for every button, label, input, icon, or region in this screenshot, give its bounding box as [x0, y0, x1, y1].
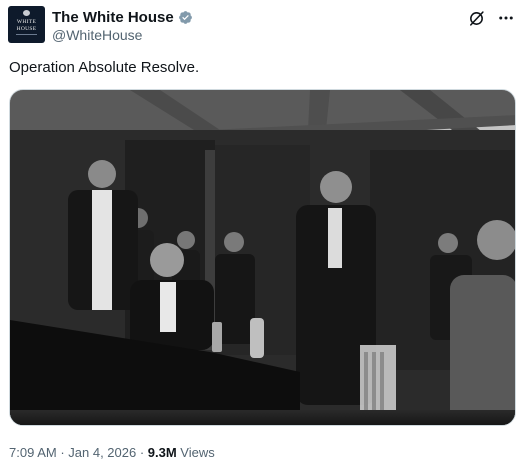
- author-display-name[interactable]: The White House: [52, 9, 174, 26]
- meta-separator: ·: [56, 445, 69, 460]
- post-text: Operation Absolute Resolve.: [9, 59, 200, 76]
- post-time-link[interactable]: 7:09 AM: [9, 445, 57, 460]
- photo-illustration: [10, 90, 515, 425]
- verified-badge-icon[interactable]: [178, 10, 193, 25]
- post-card: WHITE HOUSE The White House @WhiteHouse: [0, 0, 527, 466]
- post-meta: 7:09 AM · Jan 4, 2026 · 9.3M Views: [9, 445, 215, 460]
- avatar-wordmark-line: WHITE: [16, 19, 37, 25]
- views-count: 9.3M: [147, 445, 177, 460]
- grok-icon[interactable]: [467, 9, 485, 27]
- avatar-rule: [16, 34, 37, 35]
- post-date-link[interactable]: Jan 4, 2026: [68, 445, 136, 460]
- avatar[interactable]: WHITE HOUSE: [8, 6, 45, 43]
- author-name-row: The White House: [52, 7, 193, 27]
- seal-icon: [23, 10, 30, 16]
- avatar-wordmark-line: HOUSE: [16, 26, 37, 32]
- post-photo[interactable]: [9, 89, 516, 426]
- views-label: Views: [176, 445, 215, 460]
- meta-separator: ·: [136, 445, 148, 460]
- more-icon[interactable]: [497, 9, 515, 27]
- post-header-actions: [467, 9, 515, 27]
- author-handle[interactable]: @WhiteHouse: [52, 27, 142, 43]
